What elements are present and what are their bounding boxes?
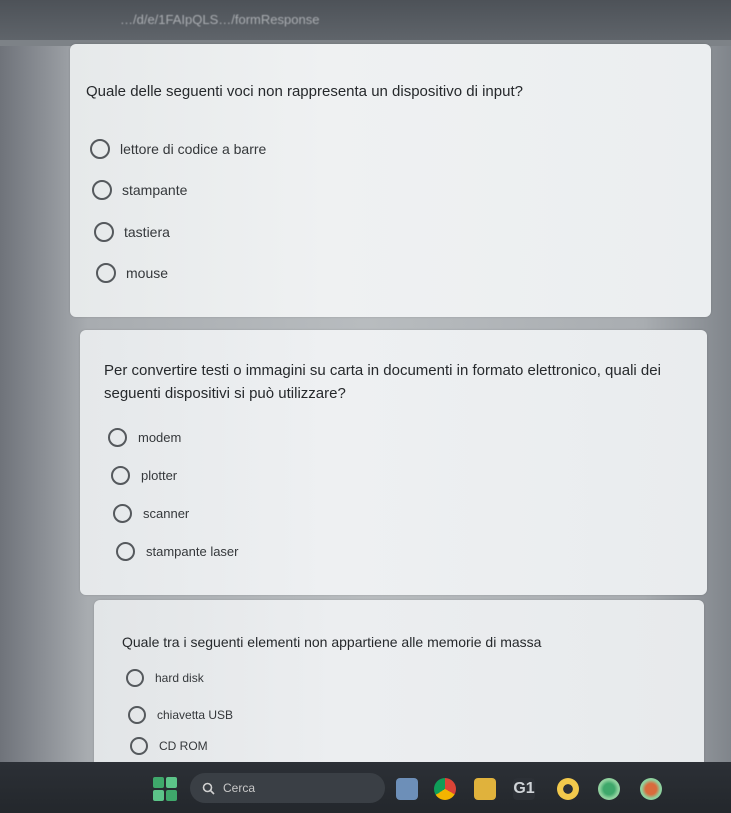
question-2-text: Per convertire testi o immagini su carta… bbox=[104, 362, 661, 402]
radio-button[interactable] bbox=[108, 428, 127, 447]
option-label: chiavetta USB bbox=[157, 708, 234, 722]
photos-icon[interactable] bbox=[557, 778, 579, 800]
option-q1-3[interactable]: tastiera bbox=[94, 222, 170, 242]
option-q3-1[interactable]: hard disk bbox=[126, 669, 204, 687]
radio-button[interactable] bbox=[92, 180, 112, 200]
option-q2-2[interactable]: plotter bbox=[111, 466, 177, 485]
search-label: Cerca bbox=[223, 781, 256, 795]
g1-icon[interactable]: G1 bbox=[513, 778, 535, 800]
option-q2-1[interactable]: modem bbox=[108, 428, 181, 447]
url-text: …/d/e/1FAIpQLS…/formResponse bbox=[120, 12, 320, 27]
option-label: modem bbox=[138, 430, 182, 445]
option-q3-2[interactable]: chiavetta USB bbox=[128, 706, 233, 724]
option-q1-4[interactable]: mouse bbox=[96, 263, 168, 283]
option-label: plotter bbox=[141, 468, 178, 483]
option-q1-1[interactable]: lettore di codice a barre bbox=[90, 139, 266, 159]
taskbar-search[interactable]: Cerca bbox=[190, 773, 385, 803]
radio-button[interactable] bbox=[111, 466, 130, 485]
radio-button[interactable] bbox=[126, 669, 144, 687]
option-label: hard disk bbox=[155, 671, 204, 685]
option-label: lettore di codice a barre bbox=[120, 141, 267, 157]
option-label: CD ROM bbox=[159, 739, 208, 753]
option-label: stampante bbox=[122, 182, 188, 198]
option-q2-4[interactable]: stampante laser bbox=[116, 542, 239, 561]
chrome-icon[interactable] bbox=[434, 778, 456, 800]
widgets-icon[interactable] bbox=[152, 776, 178, 802]
option-label: scanner bbox=[143, 506, 190, 521]
radio-button[interactable] bbox=[113, 504, 132, 523]
browser-address-bar[interactable]: …/d/e/1FAIpQLS…/formResponse bbox=[0, 0, 731, 40]
file-explorer-icon[interactable] bbox=[396, 778, 418, 800]
radio-button[interactable] bbox=[94, 222, 114, 242]
option-label: stampante laser bbox=[146, 544, 239, 559]
radio-button[interactable] bbox=[90, 139, 110, 159]
radio-button[interactable] bbox=[130, 737, 148, 755]
radio-button[interactable] bbox=[128, 706, 146, 724]
app-icon[interactable] bbox=[640, 778, 662, 800]
option-q3-3[interactable]: CD ROM bbox=[130, 737, 208, 755]
radio-button[interactable] bbox=[96, 263, 116, 283]
question-3-text: Quale tra i seguenti elementi non appart… bbox=[122, 634, 542, 650]
option-label: mouse bbox=[126, 265, 169, 281]
radio-button[interactable] bbox=[116, 542, 135, 561]
settings-icon[interactable] bbox=[598, 778, 620, 800]
option-q1-2[interactable]: stampante bbox=[92, 180, 187, 200]
question-1-text: Quale delle seguenti voci non rappresent… bbox=[86, 83, 523, 100]
option-label: tastiera bbox=[124, 224, 170, 240]
folder-icon[interactable] bbox=[474, 778, 496, 800]
search-icon bbox=[202, 782, 215, 795]
option-q2-3[interactable]: scanner bbox=[113, 504, 189, 523]
